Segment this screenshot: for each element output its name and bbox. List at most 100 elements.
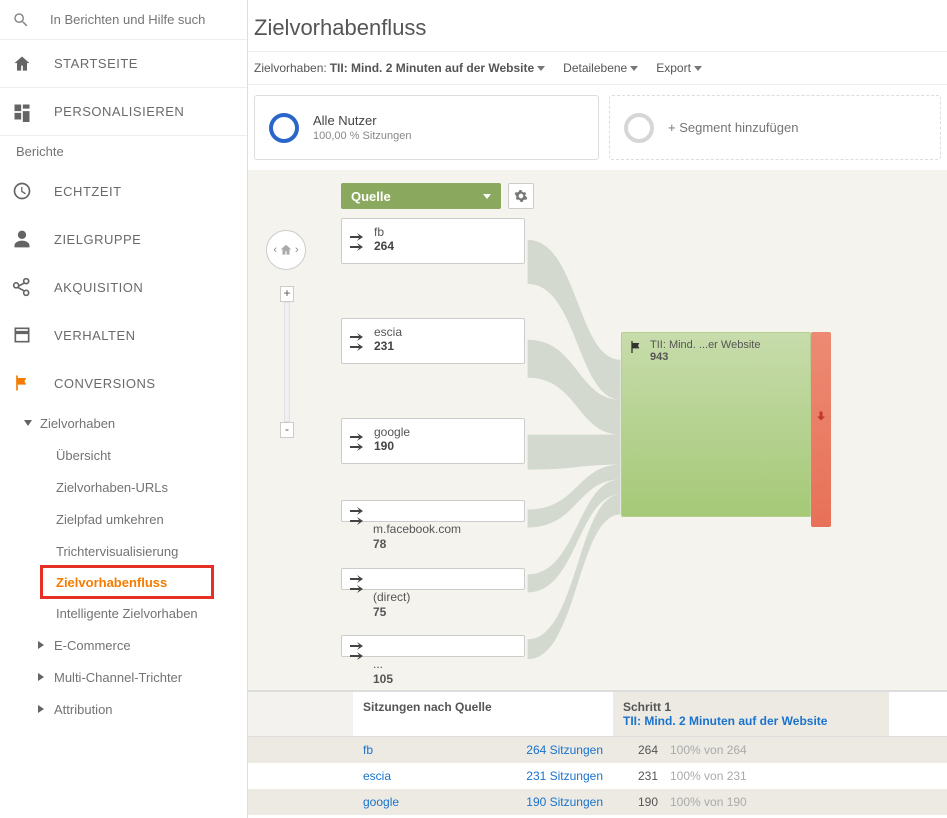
- sidebar-sub-attribution[interactable]: Attribution: [0, 693, 247, 725]
- nav-circle[interactable]: ‹ ›: [266, 230, 306, 270]
- sidebar-sub-ecommerce[interactable]: E-Commerce: [0, 629, 247, 661]
- chevron-down-icon: [24, 420, 32, 426]
- flow-node-name: m.facebook.com: [373, 522, 461, 536]
- dashboard-icon: [12, 102, 32, 122]
- flow-node[interactable]: [341, 500, 525, 522]
- sidebar-item-zielgruppe[interactable]: ZIELGRUPPE: [0, 215, 247, 263]
- sidebar-item-conversions[interactable]: CONVERSIONS: [0, 359, 247, 407]
- flow-goal-value: 943: [650, 351, 760, 363]
- table-head-col2: Schritt 1 TII: Mind. 2 Minuten auf der W…: [613, 692, 889, 736]
- sidebar-section-berichte: Berichte: [0, 136, 247, 167]
- sidebar-sub-label: Zielvorhaben: [40, 416, 115, 431]
- arrows-icon: [348, 504, 368, 526]
- gear-icon: [514, 189, 528, 203]
- arrow-down-icon: [815, 410, 827, 422]
- toolbar-zielvorhaben[interactable]: Zielvorhaben: TII: Mind. 2 Minuten auf d…: [254, 61, 545, 75]
- flow-node-name: ...: [373, 657, 383, 671]
- sidebar-item-startseite[interactable]: STARTSEITE: [0, 40, 247, 88]
- sidebar-sub-zielvorhaben-urls[interactable]: Zielvorhaben-URLs: [0, 471, 247, 503]
- sidebar-sub-intelligente[interactable]: Intelligente Zielvorhaben: [0, 597, 247, 629]
- sidebar-sub-trichter[interactable]: Trichtervisualisierung: [0, 535, 247, 567]
- sidebar-sub-zielpfad[interactable]: Zielpfad umkehren: [0, 503, 247, 535]
- page-title: Zielvorhabenfluss: [248, 0, 947, 51]
- chevron-right-icon: [38, 641, 44, 649]
- flow-node[interactable]: fb 264: [341, 218, 525, 264]
- flow-goal-node[interactable]: TII: Mind. ...er Website 943: [621, 332, 811, 517]
- table-sessions[interactable]: 231 Sitzungen: [526, 769, 603, 783]
- sidebar-sub-label: Multi-Channel-Trichter: [54, 670, 182, 685]
- gear-button[interactable]: [508, 183, 534, 209]
- cell-source: fb 264 Sitzungen: [353, 737, 613, 763]
- sidebar-item-akquisition[interactable]: AKQUISITION: [0, 263, 247, 311]
- arrows-icon: [348, 330, 368, 352]
- toolbar-detailebene[interactable]: Detailebene: [563, 61, 638, 75]
- cell-spacer: [248, 737, 353, 763]
- table-sessions[interactable]: 190 Sitzungen: [526, 795, 603, 809]
- flow-node[interactable]: escia 231: [341, 318, 525, 364]
- sidebar-label: ZIELGRUPPE: [54, 232, 141, 247]
- flow-node[interactable]: [341, 568, 525, 590]
- chevron-right-icon: [38, 673, 44, 681]
- table-sessions[interactable]: 264 Sitzungen: [526, 743, 603, 757]
- clock-icon: [12, 181, 32, 201]
- table-count: 231: [623, 769, 658, 783]
- table-head-col1: Sitzungen nach Quelle: [353, 692, 613, 736]
- search-icon: [12, 11, 30, 29]
- sidebar-item-personalisieren[interactable]: PERSONALISIEREN: [0, 88, 247, 136]
- sidebar-sub-label: Attribution: [54, 702, 113, 717]
- zoom-track[interactable]: [284, 302, 290, 422]
- flow-exit-bar[interactable]: [811, 332, 831, 527]
- cell-step: 190 100% von 190: [613, 789, 889, 815]
- table-pct: 100% von 190: [670, 795, 747, 809]
- sidebar-label: PERSONALISIEREN: [54, 104, 184, 119]
- table-src[interactable]: google: [363, 795, 399, 809]
- table-src[interactable]: escia: [363, 769, 391, 783]
- source-dropdown[interactable]: Quelle: [341, 183, 501, 209]
- flow-goal-label: TII: Mind. ...er Website: [650, 339, 760, 351]
- sidebar-item-echtzeit[interactable]: ECHTZEIT: [0, 167, 247, 215]
- table-count: 190: [623, 795, 658, 809]
- flow-table: Sitzungen nach Quelle Schritt 1 TII: Min…: [248, 690, 947, 815]
- table-spacer: [248, 692, 353, 736]
- sidebar-label: AKQUISITION: [54, 280, 143, 295]
- sidebar-label: CONVERSIONS: [54, 376, 156, 391]
- chevron-right-icon: [38, 705, 44, 713]
- toolbar-export[interactable]: Export: [656, 61, 702, 75]
- flow-node-name: fb: [374, 225, 512, 239]
- flow-node-name: google: [374, 425, 512, 439]
- sidebar-sub-zielvorhabenfluss[interactable]: Zielvorhabenfluss: [42, 567, 212, 597]
- cell-spacer: [248, 763, 353, 789]
- toolbar-detailebene-label: Detailebene: [563, 61, 627, 75]
- flow-node[interactable]: [341, 635, 525, 657]
- sidebar-sub-uebersicht[interactable]: Übersicht: [0, 439, 247, 471]
- sidebar-item-verhalten[interactable]: VERHALTEN: [0, 311, 247, 359]
- cell-step: 231 100% von 231: [613, 763, 889, 789]
- sidebar-sub-zielvorhaben[interactable]: Zielvorhaben: [0, 407, 247, 439]
- table-header-row: Sitzungen nach Quelle Schritt 1 TII: Min…: [248, 691, 947, 737]
- home-icon: [279, 243, 293, 257]
- search-input[interactable]: [50, 12, 220, 27]
- segment-add[interactable]: + Segment hinzufügen: [609, 95, 941, 160]
- home-icon: [12, 54, 32, 74]
- arrows-icon: [348, 639, 368, 661]
- toolbar-zielvorhaben-label: Zielvorhaben:: [254, 61, 327, 75]
- zoom-in-button[interactable]: +: [280, 286, 294, 302]
- table-pct: 100% von 231: [670, 769, 747, 783]
- sidebar-sub-multichannel[interactable]: Multi-Channel-Trichter: [0, 661, 247, 693]
- segment-alle-nutzer[interactable]: Alle Nutzer 100,00 % Sitzungen: [254, 95, 599, 160]
- arrows-icon: [348, 572, 368, 594]
- table-src[interactable]: fb: [363, 743, 373, 757]
- segment-title: Alle Nutzer: [313, 113, 411, 128]
- flow-node[interactable]: google 190: [341, 418, 525, 464]
- search-row: [0, 0, 247, 40]
- sidebar-label: VERHALTEN: [54, 328, 136, 343]
- flow-node-value: 190: [374, 439, 512, 453]
- table-row: google 190 Sitzungen 190 100% von 190: [248, 789, 947, 815]
- chevron-down-icon: [630, 66, 638, 71]
- table-row: fb 264 Sitzungen 264 100% von 264: [248, 737, 947, 763]
- flow-node-value: 231: [374, 339, 512, 353]
- cell-source: google 190 Sitzungen: [353, 789, 613, 815]
- zoom-out-button[interactable]: -: [280, 422, 294, 438]
- page-icon: [12, 325, 32, 345]
- table-head-goal: TII: Mind. 2 Minuten auf der Website: [623, 714, 879, 728]
